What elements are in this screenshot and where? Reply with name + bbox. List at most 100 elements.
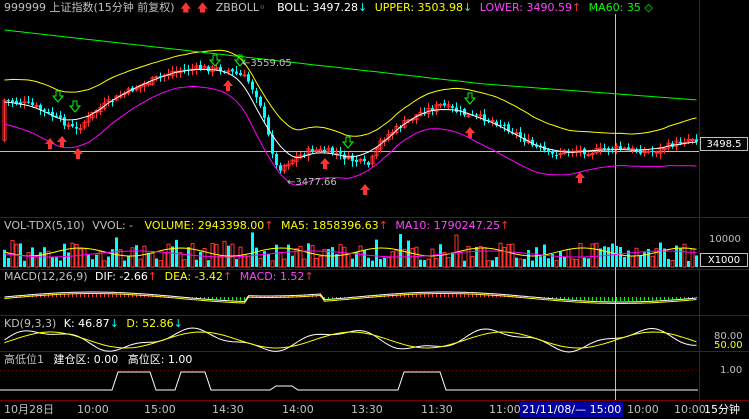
volume-bar (379, 259, 382, 267)
volume-bar (583, 257, 586, 267)
date-label: 10月28日 (4, 403, 54, 416)
volume-bar (267, 254, 270, 267)
volume-bar (182, 259, 187, 268)
candle-body (27, 101, 30, 103)
indicator-name[interactable]: ZBBOLL (216, 1, 259, 14)
volume-bar (594, 242, 599, 268)
candle-body (63, 117, 66, 126)
candle-body (247, 74, 250, 82)
candle-body (475, 114, 478, 116)
candle-body (363, 158, 366, 161)
volume-bar (619, 246, 622, 267)
period-button[interactable]: 15分钟 (704, 402, 740, 418)
volume-bar (659, 242, 662, 267)
volume-bar (623, 256, 626, 267)
candle-body (259, 96, 262, 106)
volume-bar (331, 247, 334, 267)
level-header: 高低位1 建仓区: 0.00 高位区: 1.00 (4, 353, 200, 367)
up-arrow-icon: ↑ (500, 219, 510, 232)
volume-bar (394, 249, 399, 268)
volume-bar (282, 258, 287, 268)
volume-bar (142, 245, 147, 268)
candle-body (639, 150, 642, 154)
volume-bar (322, 249, 327, 268)
volume-bar (95, 254, 98, 267)
volume-bar (363, 250, 366, 267)
volume-bar (446, 257, 451, 268)
candle-body (275, 154, 278, 165)
time-tick: 11:30 (421, 403, 453, 416)
volume-panel (3, 232, 698, 268)
volume-bar (518, 258, 523, 268)
ma60-value: MA60: 35 ◇ (588, 1, 653, 14)
up-arrow-icon: ↑ (571, 1, 582, 14)
up-arrow-icon: ↑ (223, 270, 233, 283)
volume-bar (478, 246, 483, 268)
candle-body (555, 155, 558, 157)
circle-icon[interactable]: ◦ (259, 1, 266, 14)
macd-title[interactable]: MACD(12,26,9) (4, 270, 88, 283)
candle-body (331, 147, 334, 154)
ma10-value: MA10: 1790247.25↑ (395, 219, 510, 232)
volume-bar (255, 247, 258, 267)
candle-body (34, 105, 39, 108)
sell-signal-arrow-icon (51, 90, 65, 103)
volume-bar (371, 260, 374, 267)
time-axis[interactable]: 10月28日 10:00 15:00 14:30 14:00 13:30 11:… (0, 400, 749, 419)
volume-bar (451, 252, 454, 267)
volume-bar (603, 246, 606, 267)
buy-signal-arrow-icon (73, 148, 83, 159)
volume-bar (386, 257, 391, 268)
volume-bar (491, 260, 494, 267)
volume-bar (310, 245, 315, 268)
volume-header: VOL-TDX(5,10) VVOL: - VOLUME: 2943398.00… (4, 219, 517, 233)
volume-bar (687, 260, 690, 267)
candle-body (154, 76, 159, 79)
candle-body (367, 162, 370, 165)
volume-bar (506, 243, 511, 268)
candle-body (263, 106, 266, 118)
down-arrow-icon: ↓ (463, 1, 473, 14)
ma60-line (4, 29, 697, 101)
candle-body (231, 69, 234, 72)
time-tick: 10:00 (77, 403, 109, 416)
volume-bar (410, 247, 415, 268)
candle-body (71, 124, 74, 127)
candle-body (490, 120, 495, 123)
d-line (4, 331, 697, 349)
level-title[interactable]: 高低位1 (4, 353, 44, 366)
ma5-value: MA5: 1858396.63↑ (280, 219, 388, 232)
candle-body (239, 72, 242, 76)
volume-bar (559, 251, 562, 267)
time-tick: 14:30 (212, 403, 244, 416)
up-arrow-icon: ↑ (264, 219, 274, 232)
volume-bar (515, 257, 518, 267)
volume-bar (138, 258, 143, 268)
volume-bar (430, 248, 435, 268)
candle-body (355, 159, 358, 162)
buy-signal-arrow-icon (223, 80, 233, 91)
volume-bar (258, 257, 263, 268)
buy-signal-arrow-icon (320, 158, 330, 169)
sell-signal-arrow-icon (341, 136, 355, 149)
symbol-title[interactable]: 999999 上证指数(15分钟 前复权) (4, 1, 175, 14)
panel-borders (0, 0, 749, 400)
volume-bar (59, 260, 62, 267)
volume-bar (158, 260, 163, 268)
kd-title[interactable]: KD(9,3,3) (4, 317, 56, 330)
price-panel (2, 29, 698, 186)
time-tick: 11:00 (489, 403, 521, 416)
volume-bar (414, 246, 419, 268)
candle-body (339, 152, 342, 154)
volume-bar (486, 260, 491, 268)
volume-bar (607, 247, 610, 267)
candle-body (551, 150, 554, 154)
volume-bar (630, 255, 635, 268)
volume-bar (7, 257, 10, 267)
volume-bar (390, 251, 395, 268)
candle-body (235, 71, 238, 74)
time-tick: 14:00 (282, 403, 314, 416)
volume-title[interactable]: VOL-TDX(5,10) (4, 219, 85, 232)
price-header: 999999 上证指数(15分钟 前复权) 🡅 🡅 ZBBOLL◦ BOLL: … (4, 1, 653, 15)
volume-bar (527, 250, 530, 267)
